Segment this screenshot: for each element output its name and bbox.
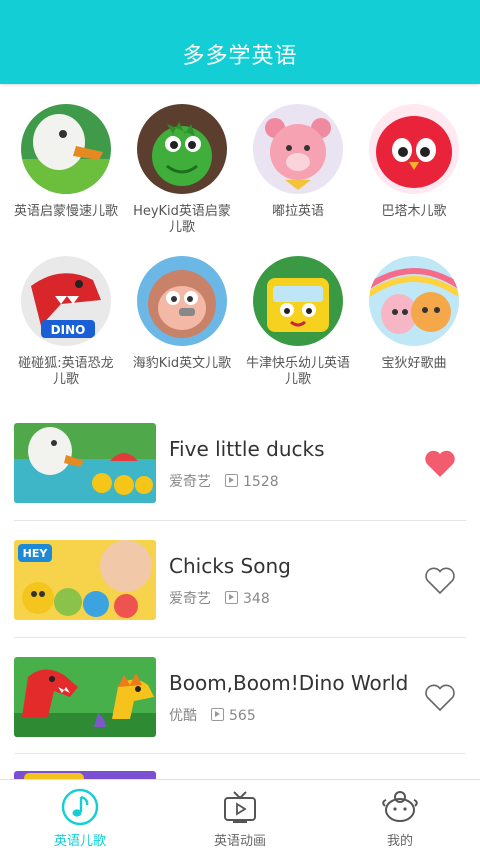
video-thumbnail [14, 423, 156, 503]
tab-label: 我的 [386, 834, 413, 849]
category-item[interactable]: 巴塔木儿歌 [356, 104, 472, 220]
category-item[interactable]: 嘟拉英语 [240, 104, 356, 220]
category-thumbnail [253, 256, 343, 346]
category-item[interactable]: HeyKid英语启蒙儿歌 [124, 104, 240, 236]
category-label: 嘟拉英语 [271, 204, 324, 219]
play-count-icon [211, 708, 224, 721]
tab-label: 英语儿歌 [53, 834, 106, 849]
category-item[interactable]: 海豹Kid英文儿歌 [124, 256, 240, 372]
category-thumbnail [253, 104, 343, 194]
category-label: 宝狄好歌曲 [381, 356, 447, 371]
category-label: 巴塔木儿歌 [381, 204, 447, 219]
category-thumbnail [137, 104, 227, 194]
divider [14, 637, 466, 638]
list-item[interactable]: HEY Chicks Song 爱奇艺 348 [0, 522, 480, 638]
heart-outline-icon[interactable] [424, 683, 456, 713]
divider [14, 520, 466, 521]
list-item[interactable]: Boom,Boom!Dino World 优酷 565 [0, 639, 480, 755]
music-note-icon [61, 788, 99, 826]
category-thumbnail [369, 256, 459, 346]
category-label: 海豹Kid英文儿歌 [132, 356, 232, 371]
video-title: Chicks Song [169, 554, 291, 578]
category-thumbnail [369, 104, 459, 194]
video-title: Boom,Boom!Dino World [169, 671, 409, 695]
category-thumbnail [137, 256, 227, 346]
video-meta: 爱奇艺 1528 [169, 471, 279, 491]
category-label: 英语启蒙慢速儿歌 [13, 204, 118, 219]
play-count-icon [225, 591, 238, 604]
tv-icon [224, 791, 256, 823]
play-count: 1528 [243, 474, 279, 490]
video-source: 爱奇艺 [169, 474, 211, 490]
category-thumbnail [21, 104, 111, 194]
category-label: 牛津快乐幼儿英语儿歌 [245, 356, 350, 387]
svg-text:HEY: HEY [23, 547, 49, 560]
play-count: 565 [229, 708, 256, 724]
video-meta: 优酷 565 [169, 705, 256, 725]
divider [14, 753, 466, 754]
tab-english-songs[interactable]: 英语儿歌 [0, 780, 160, 853]
bottom-tab-bar: 英语儿歌 英语动画 我的 [0, 779, 480, 853]
page-title: 多多学英语 [182, 44, 298, 69]
svg-text:DINO: DINO [51, 323, 86, 337]
category-item[interactable]: 牛津快乐幼儿英语儿歌 [240, 256, 356, 388]
top-app-bar: 多多学英语 [0, 0, 480, 84]
category-label: HeyKid英语启蒙儿歌 [133, 204, 231, 235]
video-meta: 爱奇艺 348 [169, 588, 270, 608]
profile-icon [382, 791, 418, 822]
video-source: 优酷 [169, 708, 197, 724]
category-item[interactable]: 英语启蒙慢速儿歌 [8, 104, 124, 220]
heart-outline-icon[interactable] [424, 566, 456, 596]
play-count: 348 [243, 591, 270, 607]
video-thumbnail [14, 657, 156, 737]
list-item[interactable]: Five little ducks 爱奇艺 1528 [0, 405, 480, 521]
tab-label: 英语动画 [213, 834, 266, 849]
video-source: 爱奇艺 [169, 591, 211, 607]
category-label: 碰碰狐:英语恐龙儿歌 [18, 356, 114, 387]
video-thumbnail: HEY [14, 540, 156, 620]
tab-english-cartoons[interactable]: 英语动画 [160, 780, 320, 853]
heart-filled-icon[interactable] [424, 449, 456, 479]
video-title: Five little ducks [169, 437, 325, 461]
category-item[interactable]: DINO 碰碰狐:英语恐龙儿歌 [8, 256, 124, 388]
category-thumbnail: DINO [21, 256, 111, 346]
category-item[interactable]: 宝狄好歌曲 [356, 256, 472, 372]
play-count-icon [225, 474, 238, 487]
tab-my-profile[interactable]: 我的 [320, 780, 480, 853]
